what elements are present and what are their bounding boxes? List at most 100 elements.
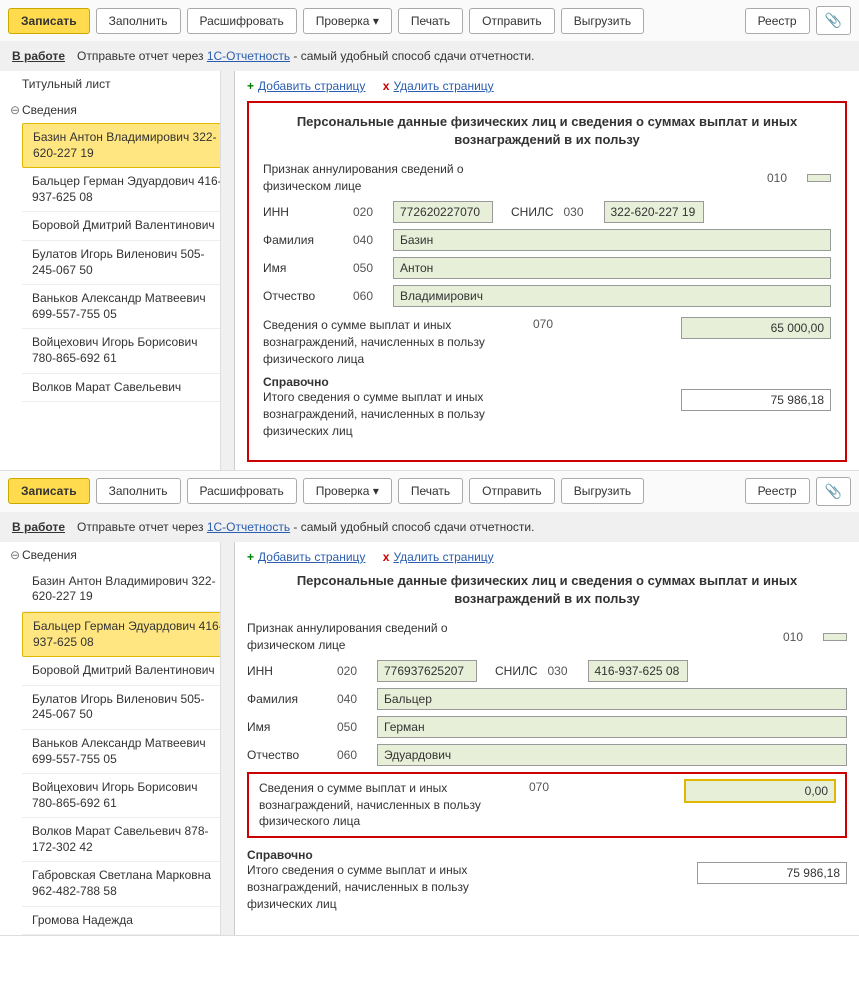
info-bar: В работе Отправьте отчет через 1С-Отчетн…: [0, 41, 859, 71]
annul-code: 010: [783, 630, 813, 644]
patr-field[interactable]: Владимирович: [393, 285, 831, 307]
add-page-link[interactable]: Добавить страницу: [258, 79, 365, 93]
surname-field[interactable]: Бальцер: [377, 688, 847, 710]
registry-button[interactable]: Реестр: [745, 478, 810, 504]
snils-field[interactable]: 322-620-227 19: [604, 201, 704, 223]
sum-field[interactable]: 0,00: [685, 780, 835, 802]
info-bar: В работе Отправьте отчет через 1С-Отчетн…: [0, 512, 859, 542]
sidebar: Титульный лист ⊖ Сведения Базин Антон Вл…: [0, 71, 235, 470]
person-item[interactable]: Войцехович Игорь Борисович 780-865-692 6…: [22, 774, 234, 818]
registry-button[interactable]: Реестр: [745, 8, 810, 34]
name-field[interactable]: Антон: [393, 257, 831, 279]
total-field: 75 986,18: [681, 389, 831, 411]
surname-code: 040: [337, 692, 367, 706]
sum-field[interactable]: 65 000,00: [681, 317, 831, 339]
person-item[interactable]: Ваньков Александр Матвеевич 699-557-755 …: [22, 730, 234, 774]
name-label: Имя: [247, 720, 327, 734]
attach-button[interactable]: 📎: [816, 6, 851, 35]
person-item[interactable]: Волков Марат Савельевич 878-172-302 42: [22, 818, 234, 862]
attach-button[interactable]: 📎: [816, 477, 851, 506]
plus-icon: +: [247, 550, 254, 564]
delete-page-link[interactable]: Удалить страницу: [393, 79, 493, 93]
person-item[interactable]: Базин Антон Владимирович 322-620-227 19: [22, 123, 234, 168]
inn-label: ИНН: [247, 664, 327, 678]
person-item[interactable]: Габровская Светлана Марковна 962-482-788…: [22, 862, 234, 906]
save-button[interactable]: Записать: [8, 8, 90, 34]
status-label: В работе: [12, 520, 65, 534]
person-item[interactable]: Бальцер Герман Эдуардович 416-937-625 08: [22, 168, 234, 212]
person-list: Базин Антон Владимирович 322-620-227 19 …: [0, 123, 234, 402]
decode-button[interactable]: Расшифровать: [187, 8, 297, 34]
snils-code: 030: [548, 664, 578, 678]
send-button[interactable]: Отправить: [469, 478, 555, 504]
annul-field[interactable]: [807, 174, 831, 182]
panel-bottom: Записать Заполнить Расшифровать Проверка…: [0, 471, 859, 937]
toolbar: Записать Заполнить Расшифровать Проверка…: [0, 471, 859, 512]
print-button[interactable]: Печать: [398, 478, 463, 504]
reporting-link[interactable]: 1С-Отчетность: [207, 49, 290, 63]
add-page-link[interactable]: Добавить страницу: [258, 550, 365, 564]
person-item[interactable]: Булатов Игорь Виленович 505-245-067 50: [22, 241, 234, 285]
status-label: В работе: [12, 49, 65, 63]
annul-field[interactable]: [823, 633, 847, 641]
x-icon: x: [383, 550, 390, 564]
sidebar: ⊖ Сведения Базин Антон Владимирович 322-…: [0, 542, 235, 936]
annul-label: Признак аннулирования сведений о физичес…: [263, 161, 523, 195]
caret-down-icon: ▾: [373, 484, 379, 498]
sum-highlight: Сведения о сумме выплат и иных вознаграж…: [247, 772, 847, 838]
total-label: Итого сведения о сумме выплат и иных воз…: [263, 389, 523, 439]
tree-data-section[interactable]: ⊖ Сведения: [0, 542, 234, 568]
person-item[interactable]: Базин Антон Владимирович 322-620-227 19: [22, 568, 234, 612]
surname-field[interactable]: Базин: [393, 229, 831, 251]
name-code: 050: [353, 261, 383, 275]
name-field[interactable]: Герман: [377, 716, 847, 738]
sum-code: 070: [533, 317, 563, 331]
scrollbar[interactable]: [220, 542, 234, 936]
save-button[interactable]: Записать: [8, 478, 90, 504]
info-text: Отправьте отчет через 1С-Отчетность - са…: [77, 49, 534, 63]
person-item[interactable]: Волков Марат Савельевич: [22, 374, 234, 403]
tree-title-page[interactable]: Титульный лист: [0, 71, 234, 97]
send-button[interactable]: Отправить: [469, 8, 555, 34]
check-button[interactable]: Проверка ▾: [303, 8, 392, 34]
person-item[interactable]: Боровой Дмитрий Валентинович: [22, 212, 234, 241]
patr-label: Отчество: [263, 289, 343, 303]
inn-code: 020: [353, 205, 383, 219]
export-button[interactable]: Выгрузить: [561, 478, 645, 504]
form-title: Персональные данные физических лиц и све…: [263, 113, 831, 149]
caret-down-icon: ▾: [373, 14, 379, 28]
info-text: Отправьте отчет через 1С-Отчетность - са…: [77, 520, 534, 534]
snils-field[interactable]: 416-937-625 08: [588, 660, 688, 682]
scrollbar[interactable]: [220, 71, 234, 470]
annul-label: Признак аннулирования сведений о физичес…: [247, 620, 507, 654]
export-button[interactable]: Выгрузить: [561, 8, 645, 34]
fill-button[interactable]: Заполнить: [96, 478, 181, 504]
person-item[interactable]: Боровой Дмитрий Валентинович: [22, 657, 234, 686]
snils-code: 030: [564, 205, 594, 219]
print-button[interactable]: Печать: [398, 8, 463, 34]
content-area: +Добавить страницу xУдалить страницу Пер…: [235, 71, 859, 470]
person-item[interactable]: Громова Надежда: [22, 907, 234, 936]
inn-label: ИНН: [263, 205, 343, 219]
delete-page-link[interactable]: Удалить страницу: [393, 550, 493, 564]
snils-label: СНИЛС: [495, 664, 538, 678]
person-item[interactable]: Ваньков Александр Матвеевич 699-557-755 …: [22, 285, 234, 329]
person-item[interactable]: Войцехович Игорь Борисович 780-865-692 6…: [22, 329, 234, 373]
collapse-icon[interactable]: ⊖: [8, 103, 22, 117]
surname-code: 040: [353, 233, 383, 247]
collapse-icon[interactable]: ⊖: [8, 548, 22, 562]
person-item[interactable]: Булатов Игорь Виленович 505-245-067 50: [22, 686, 234, 730]
patr-field[interactable]: Эдуардович: [377, 744, 847, 766]
tree-data-section[interactable]: ⊖ Сведения: [0, 97, 234, 123]
decode-button[interactable]: Расшифровать: [187, 478, 297, 504]
person-item[interactable]: Бальцер Герман Эдуардович 416-937-625 08: [22, 612, 234, 657]
reporting-link[interactable]: 1С-Отчетность: [207, 520, 290, 534]
surname-label: Фамилия: [247, 692, 327, 706]
inn-field[interactable]: 772620227070: [393, 201, 493, 223]
toolbar: Записать Заполнить Расшифровать Проверка…: [0, 0, 859, 41]
form-highlight: Персональные данные физических лиц и све…: [247, 101, 847, 462]
page-actions: +Добавить страницу xУдалить страницу: [247, 79, 847, 93]
inn-field[interactable]: 776937625207: [377, 660, 477, 682]
check-button[interactable]: Проверка ▾: [303, 478, 392, 504]
fill-button[interactable]: Заполнить: [96, 8, 181, 34]
